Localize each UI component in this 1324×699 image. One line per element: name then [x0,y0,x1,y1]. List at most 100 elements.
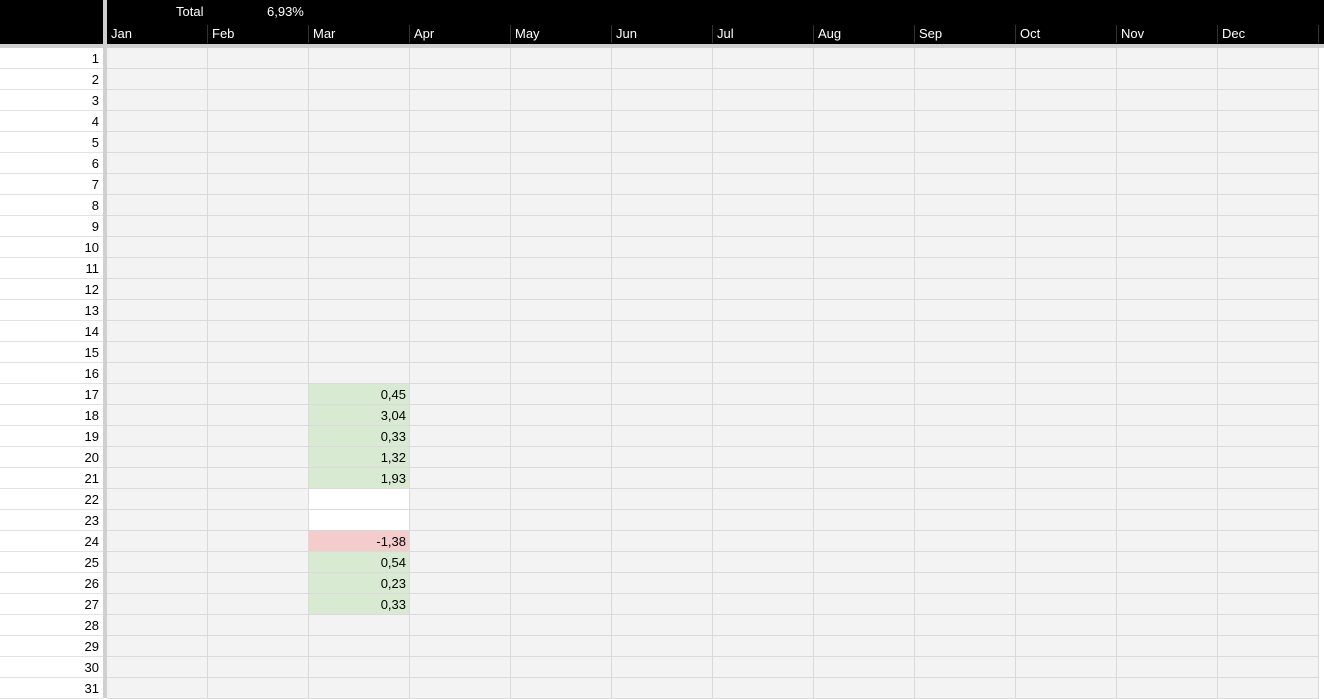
cell-jan-21[interactable] [107,468,208,489]
cell-aug-25[interactable] [814,552,915,573]
cell-aug-15[interactable] [814,342,915,363]
cell-apr-15[interactable] [410,342,511,363]
cell-may-28[interactable] [511,615,612,636]
cell-mar-2[interactable] [309,69,410,90]
cell-jun-30[interactable] [612,657,713,678]
cell-jul-11[interactable] [713,258,814,279]
cell-jun-22[interactable] [612,489,713,510]
cell-oct-23[interactable] [1016,510,1117,531]
row-number[interactable]: 11 [0,258,103,279]
cell-aug-19[interactable] [814,426,915,447]
cell-sep-14[interactable] [915,321,1016,342]
row-number[interactable]: 29 [0,636,103,657]
row-number[interactable]: 22 [0,489,103,510]
cell-feb-24[interactable] [208,531,309,552]
cell-jan-13[interactable] [107,300,208,321]
row-number[interactable]: 26 [0,573,103,594]
row-number[interactable]: 2 [0,69,103,90]
cell-aug-23[interactable] [814,510,915,531]
cell-jun-7[interactable] [612,174,713,195]
cell-jan-27[interactable] [107,594,208,615]
cell-may-2[interactable] [511,69,612,90]
cell-aug-5[interactable] [814,132,915,153]
cell-jan-15[interactable] [107,342,208,363]
cell-oct-9[interactable] [1016,216,1117,237]
row-number[interactable]: 15 [0,342,103,363]
cell-jan-1[interactable] [107,48,208,69]
cell-nov-13[interactable] [1117,300,1218,321]
cell-may-23[interactable] [511,510,612,531]
cell-dec-5[interactable] [1218,132,1319,153]
row-number[interactable]: 3 [0,90,103,111]
cell-oct-6[interactable] [1016,153,1117,174]
cell-mar-21[interactable]: 1,93 [309,468,410,489]
cell-jan-11[interactable] [107,258,208,279]
cell-may-25[interactable] [511,552,612,573]
cell-apr-11[interactable] [410,258,511,279]
cell-apr-25[interactable] [410,552,511,573]
cell-aug-20[interactable] [814,447,915,468]
cell-aug-7[interactable] [814,174,915,195]
cell-nov-26[interactable] [1117,573,1218,594]
row-number[interactable]: 24 [0,531,103,552]
cell-oct-25[interactable] [1016,552,1117,573]
month-header-aug[interactable]: Aug [814,25,915,43]
cell-sep-17[interactable] [915,384,1016,405]
cell-jun-12[interactable] [612,279,713,300]
row-number[interactable]: 4 [0,111,103,132]
cell-aug-2[interactable] [814,69,915,90]
row-number[interactable]: 25 [0,552,103,573]
cell-jan-25[interactable] [107,552,208,573]
cell-sep-9[interactable] [915,216,1016,237]
cell-dec-23[interactable] [1218,510,1319,531]
cell-mar-27[interactable]: 0,33 [309,594,410,615]
cell-dec-14[interactable] [1218,321,1319,342]
cell-jul-12[interactable] [713,279,814,300]
cell-jun-18[interactable] [612,405,713,426]
cell-may-24[interactable] [511,531,612,552]
cell-dec-8[interactable] [1218,195,1319,216]
row-number[interactable]: 21 [0,468,103,489]
cell-apr-14[interactable] [410,321,511,342]
cell-jan-4[interactable] [107,111,208,132]
cell-feb-10[interactable] [208,237,309,258]
cell-sep-2[interactable] [915,69,1016,90]
cell-jan-18[interactable] [107,405,208,426]
cell-nov-23[interactable] [1117,510,1218,531]
cell-feb-2[interactable] [208,69,309,90]
cell-jul-22[interactable] [713,489,814,510]
cell-jan-8[interactable] [107,195,208,216]
month-header-jul[interactable]: Jul [713,25,814,43]
cell-nov-31[interactable] [1117,678,1218,699]
cell-nov-19[interactable] [1117,426,1218,447]
cell-feb-6[interactable] [208,153,309,174]
cell-jun-24[interactable] [612,531,713,552]
cell-mar-4[interactable] [309,111,410,132]
cell-sep-12[interactable] [915,279,1016,300]
month-header-oct[interactable]: Oct [1016,25,1117,43]
cell-sep-11[interactable] [915,258,1016,279]
cell-mar-25[interactable]: 0,54 [309,552,410,573]
cell-sep-10[interactable] [915,237,1016,258]
row-number[interactable]: 13 [0,300,103,321]
cell-may-14[interactable] [511,321,612,342]
cell-jul-7[interactable] [713,174,814,195]
row-number[interactable]: 9 [0,216,103,237]
cell-mar-10[interactable] [309,237,410,258]
cell-jul-19[interactable] [713,426,814,447]
cell-oct-27[interactable] [1016,594,1117,615]
cell-dec-19[interactable] [1218,426,1319,447]
cell-feb-16[interactable] [208,363,309,384]
cell-aug-16[interactable] [814,363,915,384]
cell-feb-14[interactable] [208,321,309,342]
cell-dec-20[interactable] [1218,447,1319,468]
cell-feb-29[interactable] [208,636,309,657]
cell-feb-25[interactable] [208,552,309,573]
row-number[interactable]: 30 [0,657,103,678]
cell-nov-8[interactable] [1117,195,1218,216]
cell-mar-23[interactable] [309,510,410,531]
cell-may-26[interactable] [511,573,612,594]
cell-sep-21[interactable] [915,468,1016,489]
cell-jan-6[interactable] [107,153,208,174]
cell-aug-28[interactable] [814,615,915,636]
